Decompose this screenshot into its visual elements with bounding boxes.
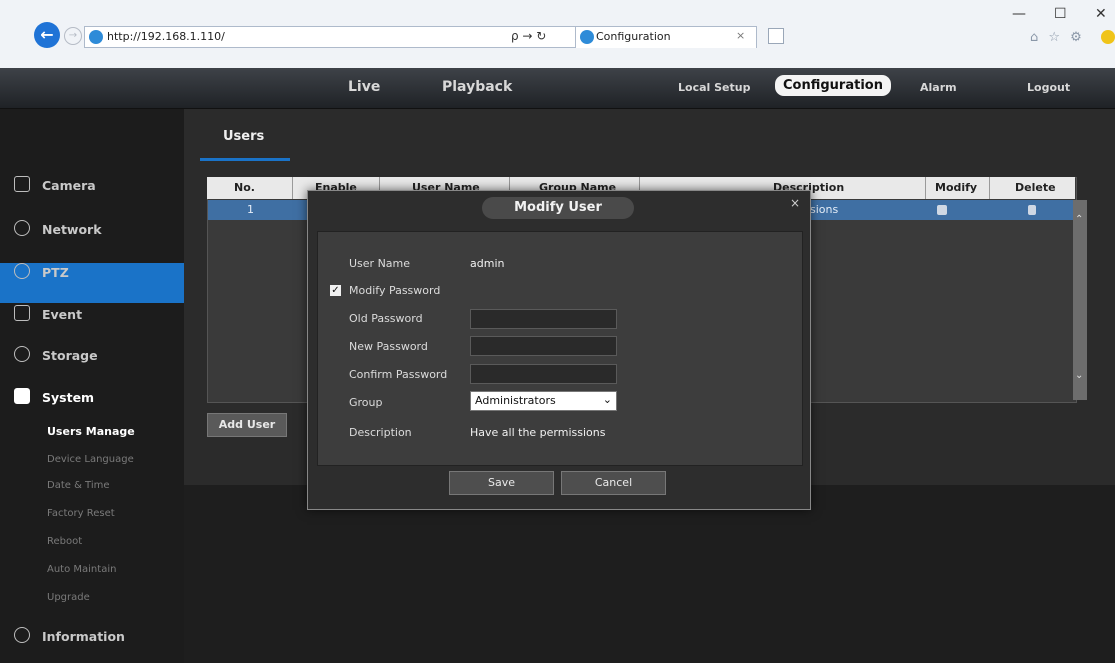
col-no: No. xyxy=(234,181,255,194)
sidebar-item-label: Camera xyxy=(42,178,96,193)
sidebar-item-network[interactable]: Network xyxy=(14,220,102,237)
browser-tab[interactable]: Configuration × xyxy=(575,26,757,48)
new-tab-icon[interactable] xyxy=(768,28,784,44)
camera-icon xyxy=(14,176,30,192)
minimize-icon[interactable]: — xyxy=(1012,6,1026,22)
tab-close-icon[interactable]: × xyxy=(736,29,745,42)
user-name-label: User Name xyxy=(349,257,411,270)
nav-alarm[interactable]: Alarm xyxy=(920,81,957,94)
ie-page-icon xyxy=(89,30,103,44)
sidebar-item-label: Information xyxy=(42,629,125,644)
sidebar-item-storage[interactable]: Storage xyxy=(14,346,98,363)
delete-icon[interactable] xyxy=(1028,205,1036,215)
nav-logout[interactable]: Logout xyxy=(1027,81,1070,94)
sidebar-item-information[interactable]: Information xyxy=(14,627,125,644)
nav-local-setup[interactable]: Local Setup xyxy=(678,81,750,94)
subnav-auto-maintain[interactable]: Auto Maintain xyxy=(47,564,116,575)
sidebar-item-label: Storage xyxy=(42,348,98,363)
tab-underline xyxy=(200,158,290,161)
add-user-button[interactable]: Add User xyxy=(207,413,287,437)
dialog-title: Modify User xyxy=(482,197,634,219)
sidebar-item-label: Event xyxy=(42,307,83,322)
event-icon xyxy=(14,305,30,321)
browser-window: ← → http://192.168.1.110/ ρ → ↻ Configur… xyxy=(0,0,1115,663)
sidebar-item-label: Network xyxy=(42,222,102,237)
tab-title: Configuration xyxy=(596,30,671,43)
scroll-up-icon[interactable]: ⌃ xyxy=(1075,214,1083,225)
nav-configuration[interactable]: Configuration xyxy=(775,75,891,96)
browser-chrome: ← → http://192.168.1.110/ ρ → ↻ Configur… xyxy=(0,0,1115,69)
close-window-icon[interactable]: ✕ xyxy=(1095,6,1107,22)
modify-icon[interactable] xyxy=(937,205,947,215)
confirm-password-input[interactable] xyxy=(470,364,617,384)
dialog-close-icon[interactable]: × xyxy=(790,196,800,210)
new-password-label: New Password xyxy=(349,340,428,353)
chevron-down-icon: ⌄ xyxy=(602,393,612,406)
storage-icon xyxy=(14,346,30,362)
row-description-tail: sions xyxy=(810,203,839,216)
content-bottom xyxy=(184,485,1115,663)
description-label: Description xyxy=(349,426,412,439)
save-button[interactable]: Save xyxy=(449,471,554,495)
subnav-device-language[interactable]: Device Language xyxy=(47,454,134,465)
sidebar-item-system[interactable]: System xyxy=(14,388,94,405)
tab-users[interactable]: Users xyxy=(223,129,264,144)
col-modify: Modify xyxy=(935,181,978,194)
row-no: 1 xyxy=(247,203,254,216)
ie-tab-icon xyxy=(580,30,594,44)
browser-toolbar-icons[interactable]: ⌂ ☆ ⚙ xyxy=(1030,30,1085,45)
cancel-button[interactable]: Cancel xyxy=(561,471,666,495)
user-name-value: admin xyxy=(470,257,505,270)
sidebar-item-camera[interactable]: Camera xyxy=(14,176,96,193)
nav-playback[interactable]: Playback xyxy=(442,79,512,95)
scroll-down-icon[interactable]: ⌄ xyxy=(1075,370,1083,381)
group-select-value: Administrators xyxy=(475,394,556,407)
sidebar-item-label: System xyxy=(42,390,95,405)
subnav-reboot[interactable]: Reboot xyxy=(47,536,82,547)
system-icon xyxy=(14,388,30,404)
modify-password-checkbox[interactable]: ✓ xyxy=(330,285,341,296)
top-nav: Live Playback Local Setup Configuration … xyxy=(0,68,1115,109)
forward-arrow-icon[interactable]: → xyxy=(64,27,82,45)
col-delete: Delete xyxy=(1015,181,1056,194)
sidebar-item-ptz[interactable]: PTZ xyxy=(14,263,69,280)
modify-password-label: Modify Password xyxy=(349,284,441,297)
information-icon xyxy=(14,627,30,643)
old-password-label: Old Password xyxy=(349,312,423,325)
subnav-upgrade[interactable]: Upgrade xyxy=(47,592,90,603)
old-password-input[interactable] xyxy=(470,309,617,329)
maximize-icon[interactable]: ☐ xyxy=(1054,6,1067,22)
nav-live[interactable]: Live xyxy=(348,79,380,95)
subnav-factory-reset[interactable]: Factory Reset xyxy=(47,508,115,519)
description-value: Have all the permissions xyxy=(470,426,606,439)
group-select[interactable]: Administrators ⌄ xyxy=(470,391,617,411)
new-password-input[interactable] xyxy=(470,336,617,356)
group-label: Group xyxy=(349,396,383,409)
feedback-smiley-icon[interactable] xyxy=(1101,30,1115,44)
back-arrow-icon[interactable]: ← xyxy=(34,22,60,48)
ptz-icon xyxy=(14,263,30,279)
subnav-date-time[interactable]: Date & Time xyxy=(47,480,110,491)
address-tools[interactable]: ρ → ↻ xyxy=(511,29,546,43)
sidebar-item-label: PTZ xyxy=(42,265,69,280)
confirm-password-label: Confirm Password xyxy=(349,368,448,381)
network-icon xyxy=(14,220,30,236)
subnav-users-manage[interactable]: Users Manage xyxy=(47,425,135,438)
sidebar-item-event[interactable]: Event xyxy=(14,305,82,322)
url-text: http://192.168.1.110/ xyxy=(107,30,225,43)
